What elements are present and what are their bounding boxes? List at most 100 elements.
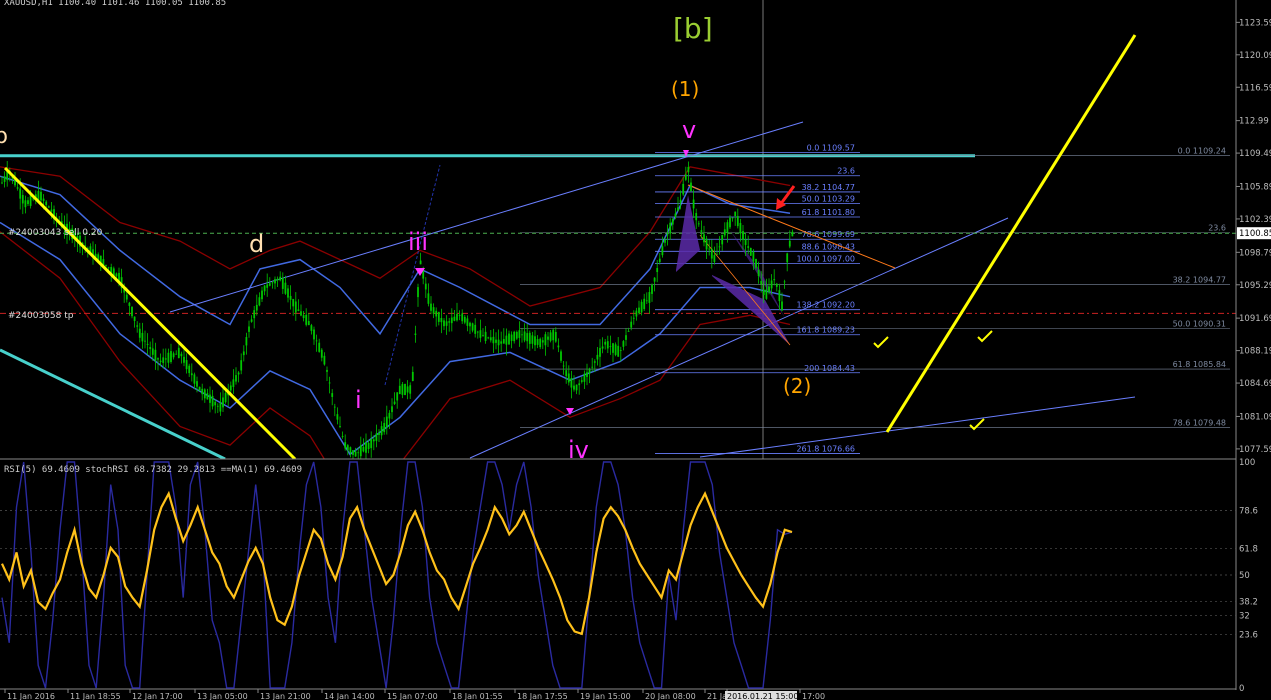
- candle-body: [513, 331, 516, 342]
- wave-label-1: (1): [671, 77, 699, 101]
- candle-body: [744, 239, 747, 245]
- time-tick-label: 11 Jan 18:55: [70, 692, 121, 700]
- candle-body: [365, 442, 367, 453]
- candle-body: [591, 366, 594, 368]
- time-tick-label: 13 Jan 21:00: [260, 692, 311, 700]
- candle-body: [406, 386, 409, 393]
- candle-body: [380, 426, 383, 436]
- candle-body: [619, 350, 622, 351]
- candle-body: [302, 315, 305, 319]
- candle-body: [547, 336, 549, 340]
- candle-body: [716, 253, 718, 255]
- candle-body: [219, 402, 222, 412]
- candle-body: [188, 365, 191, 374]
- price-tick-label: 1081.09: [1239, 412, 1271, 422]
- rsi-tick-label: 50: [1239, 571, 1250, 581]
- candle-body: [541, 340, 544, 343]
- tp-order-label: #24003058 tp: [8, 311, 74, 321]
- candle-body: [409, 385, 412, 394]
- candle-body: [669, 222, 672, 234]
- candle-body: [305, 314, 308, 325]
- fib-large-label: 0.0 1109.24: [1178, 146, 1226, 155]
- candle-body: [783, 281, 786, 283]
- candle-body: [258, 297, 261, 306]
- candle-body: [430, 303, 432, 311]
- fib-small-label: 23.6: [837, 167, 855, 176]
- candle-body: [323, 355, 326, 365]
- candle-body: [326, 369, 328, 372]
- candle-body: [627, 330, 630, 332]
- candle-body: [596, 354, 599, 360]
- fib-large-label: 61.8 1085.84: [1173, 360, 1226, 369]
- candle-body: [310, 325, 313, 331]
- time-tick-label: 12 Jan 17:00: [132, 692, 183, 700]
- candle-body: [331, 393, 334, 397]
- candle-body: [742, 230, 744, 241]
- candle-body: [586, 372, 588, 377]
- candle-body: [344, 442, 347, 449]
- candle-body: [531, 335, 534, 344]
- candle-body: [726, 222, 729, 233]
- fib-large-label: 38.2 1094.77: [1173, 276, 1226, 285]
- wave-label-v: v: [682, 116, 696, 144]
- time-tick-label: 17:00: [802, 692, 825, 700]
- candle-body: [190, 373, 193, 376]
- candle-body: [128, 302, 131, 306]
- candle-body: [593, 361, 596, 363]
- candle-body: [237, 372, 240, 375]
- candle-body: [469, 322, 471, 327]
- candle-body: [185, 360, 188, 370]
- candle-body: [159, 360, 162, 362]
- price-tick-label: 1095.29: [1239, 281, 1271, 291]
- candle-body: [391, 406, 393, 413]
- candle-body: [705, 238, 708, 250]
- candle-body: [419, 260, 422, 265]
- candle-body: [679, 199, 682, 203]
- candle-body: [424, 283, 427, 290]
- price-tick-label: 1102.39: [1239, 215, 1271, 225]
- candle-body: [209, 394, 211, 403]
- candle-body: [458, 315, 461, 316]
- candle-body: [552, 329, 555, 341]
- rsi-tick-label: 32: [1239, 612, 1250, 622]
- candle-body: [268, 283, 271, 286]
- fib-small-label: 38.2 1104.77: [802, 183, 855, 192]
- candle-body: [526, 333, 529, 342]
- candle-body: [443, 320, 445, 327]
- candle-body: [601, 346, 604, 349]
- time-cursor-label: 2016.01.21 15:00: [727, 692, 798, 700]
- candle-body: [201, 388, 204, 395]
- candle-body: [539, 338, 542, 348]
- candle-body: [630, 321, 633, 328]
- candle-body: [664, 239, 666, 243]
- candle-body: [271, 282, 274, 284]
- candle-body: [206, 393, 209, 400]
- candle-body: [378, 432, 380, 435]
- candle-body: [604, 341, 607, 345]
- candle-body: [440, 318, 443, 323]
- candle-body: [248, 326, 250, 332]
- candle-body: [640, 301, 643, 313]
- candle-body: [313, 329, 315, 340]
- candle-body: [354, 451, 357, 457]
- candle-body: [710, 248, 713, 259]
- candle-body: [141, 332, 144, 342]
- candle-body: [476, 331, 479, 333]
- price-tick-label: 1120.09: [1239, 51, 1271, 61]
- fib-small-label: 88.6 1098.43: [802, 242, 855, 251]
- fib-small-label: 0.0 1109.57: [807, 143, 855, 152]
- candle-body: [125, 294, 128, 300]
- candle-body: [294, 301, 297, 313]
- candle-body: [508, 333, 510, 345]
- price-tick-label: 1109.49: [1239, 149, 1271, 159]
- candle-body: [653, 277, 656, 282]
- candle-body: [261, 290, 263, 300]
- candle-body: [692, 199, 695, 209]
- candle-body: [115, 273, 118, 277]
- fib-small-label: 261.8 1076.66: [796, 444, 855, 453]
- candle-body: [276, 278, 279, 281]
- fib-small-label: 78.6 1099.69: [802, 230, 855, 239]
- time-tick-label: 19 Jan 15:00: [580, 692, 631, 700]
- candle-body: [523, 331, 526, 341]
- candle-body: [320, 349, 323, 358]
